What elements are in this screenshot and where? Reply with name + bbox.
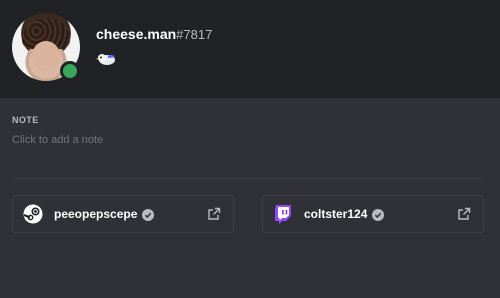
note-input[interactable]: Click to add a note: [12, 132, 482, 148]
verified-check-icon: [142, 208, 155, 221]
verified-check-icon: [372, 208, 385, 221]
account-name: peeopepscepe: [54, 207, 138, 221]
connected-account-twitch: coltster124: [262, 195, 484, 233]
account-name: coltster124: [304, 207, 368, 221]
avatar-face: [32, 41, 60, 71]
connected-account-steam: peeopepscepe: [12, 195, 234, 233]
divider: [12, 178, 484, 179]
discriminator: #7817: [176, 27, 213, 42]
external-link-icon[interactable]: [207, 207, 221, 221]
steam-icon: [23, 204, 43, 224]
username: cheese.man: [96, 26, 177, 42]
note-label: NOTE: [12, 115, 39, 125]
external-link-icon[interactable]: [457, 207, 471, 221]
username-tag[interactable]: cheese.man #7817: [96, 26, 212, 44]
bird-badge-icon[interactable]: [96, 52, 116, 66]
online-status-indicator: [60, 61, 80, 81]
profile-header: cheese.man #7817: [0, 0, 500, 98]
twitch-icon: [273, 204, 293, 224]
